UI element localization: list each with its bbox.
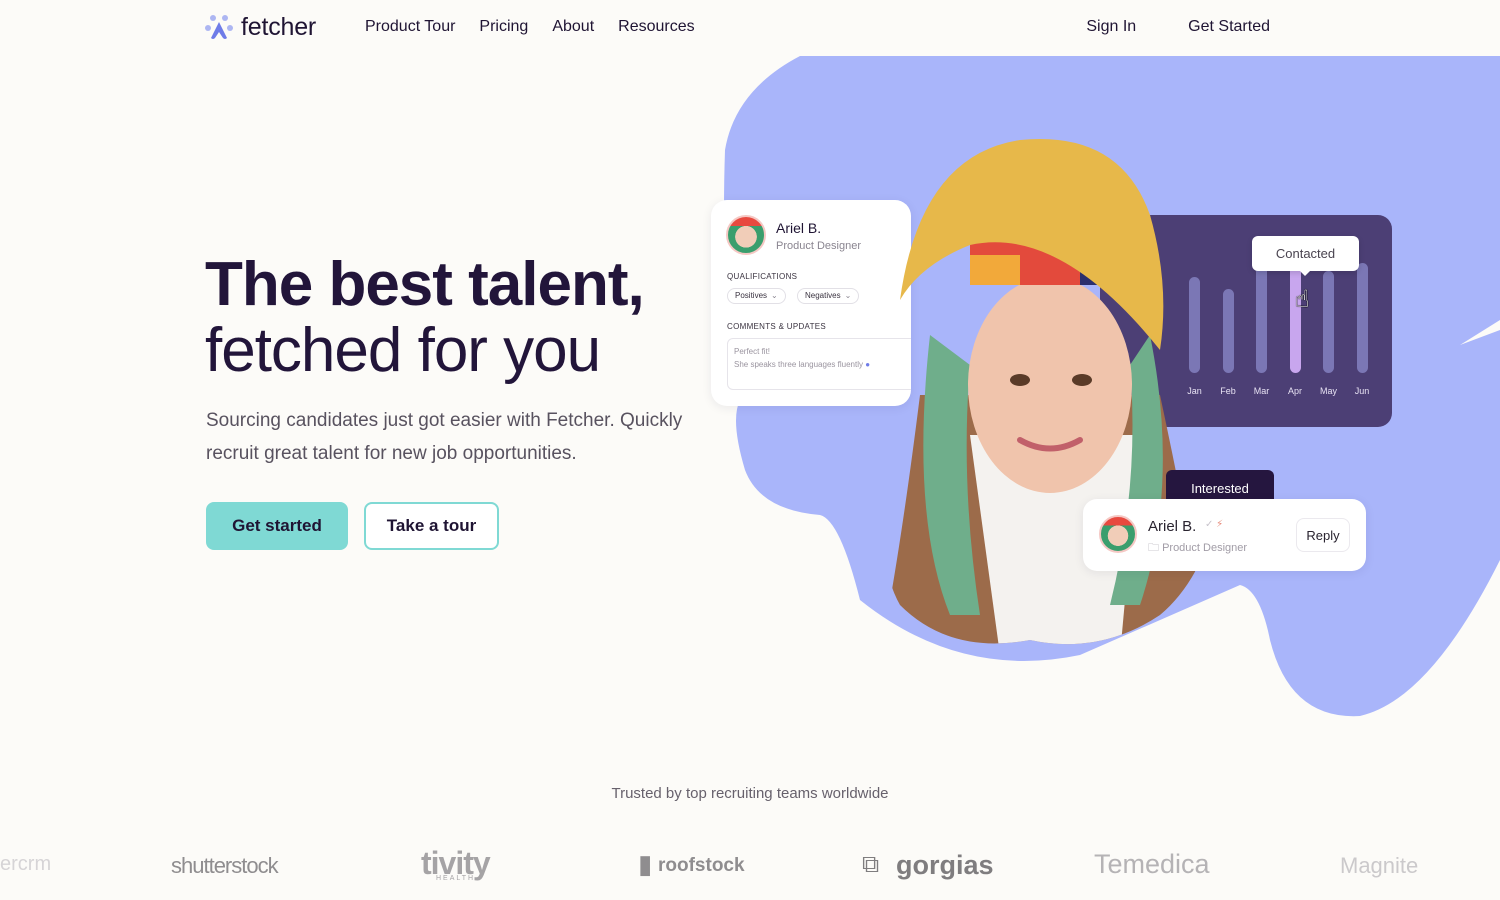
- candidate-photo: [880, 138, 1210, 645]
- hero-subtitle: Sourcing candidates just got easier with…: [206, 410, 683, 464]
- chart-label-apr: Apr: [1287, 386, 1302, 396]
- chevron-down-icon: ⌄: [771, 291, 778, 300]
- brand-logo: ercrm: [0, 853, 52, 875]
- positives-label: Positives: [735, 291, 768, 300]
- chart-bar-mar[interactable]: [1256, 265, 1267, 373]
- take-tour-button[interactable]: Take a tour: [364, 502, 499, 550]
- qualifications-label: QUALIFICATIONS: [727, 272, 798, 281]
- negatives-dropdown[interactable]: Negatives ⌄: [797, 288, 860, 304]
- chart-label-mar: Mar: [1253, 386, 1270, 396]
- hero-title-line2: fetched for you: [205, 316, 601, 385]
- candidate-avatar: [1099, 515, 1137, 553]
- negatives-label: Negatives: [805, 291, 841, 300]
- brand-logo-temedica: Temedica: [1094, 849, 1210, 879]
- check-icon: ✓: [1205, 519, 1214, 530]
- chart-bar-may[interactable]: [1323, 271, 1334, 373]
- hand-pointer-icon: ☝: [1295, 286, 1310, 313]
- brand-logo-magnite: Magnite: [1340, 853, 1419, 878]
- chart-bar-apr[interactable]: [1289, 265, 1301, 373]
- roof-icon: ▮: [638, 849, 653, 879]
- brand-logo-roofstock: roofstock: [658, 855, 745, 876]
- gorgias-icon: ⧉: [862, 851, 880, 878]
- brand-logo-tivity-sub: HEALTH: [436, 875, 476, 882]
- folder-icon: 🗀: [1148, 542, 1159, 554]
- candidate-name: Ariel B.: [1148, 518, 1197, 535]
- positives-dropdown[interactable]: Positives ⌄: [727, 288, 786, 304]
- chevron-down-icon: ⌄: [844, 291, 852, 300]
- brand-logo-gorgias: gorgias: [896, 850, 994, 880]
- status-icons: ✓ ⚡: [1205, 519, 1223, 530]
- reply-button[interactable]: Reply: [1296, 518, 1350, 552]
- candidate-name: Ariel B.: [776, 220, 822, 236]
- get-started-button[interactable]: Get started: [206, 502, 348, 550]
- brand-logo-shutterstock: shutterstock: [171, 853, 279, 878]
- candidate-role: 🗀 Product Designer: [1148, 542, 1248, 554]
- hero-title-line1: The best talent,: [205, 250, 645, 319]
- customer-logos: ercrm shutterstock tivity HEALTH ▮ roofs…: [0, 845, 1500, 890]
- spark-icon: ⚡: [1216, 519, 1224, 530]
- chart-bar-jun[interactable]: [1356, 262, 1368, 373]
- chart-label-may: May: [1319, 386, 1337, 396]
- candidate-role: Product Designer: [776, 240, 861, 252]
- candidate-avatar: [726, 215, 766, 255]
- trusted-heading: Trusted by top recruiting teams worldwid…: [611, 785, 889, 802]
- chart-label-jun: Jun: [1354, 386, 1370, 396]
- comments-label: COMMENTS & UPDATES: [727, 322, 827, 331]
- contacted-tooltip: Contacted: [1252, 236, 1359, 276]
- candidate-reply-card: Ariel B. ✓ ⚡ 🗀 Product Designer Reply: [1083, 499, 1366, 571]
- hero-title: The best talent, fetched for you: [205, 250, 645, 385]
